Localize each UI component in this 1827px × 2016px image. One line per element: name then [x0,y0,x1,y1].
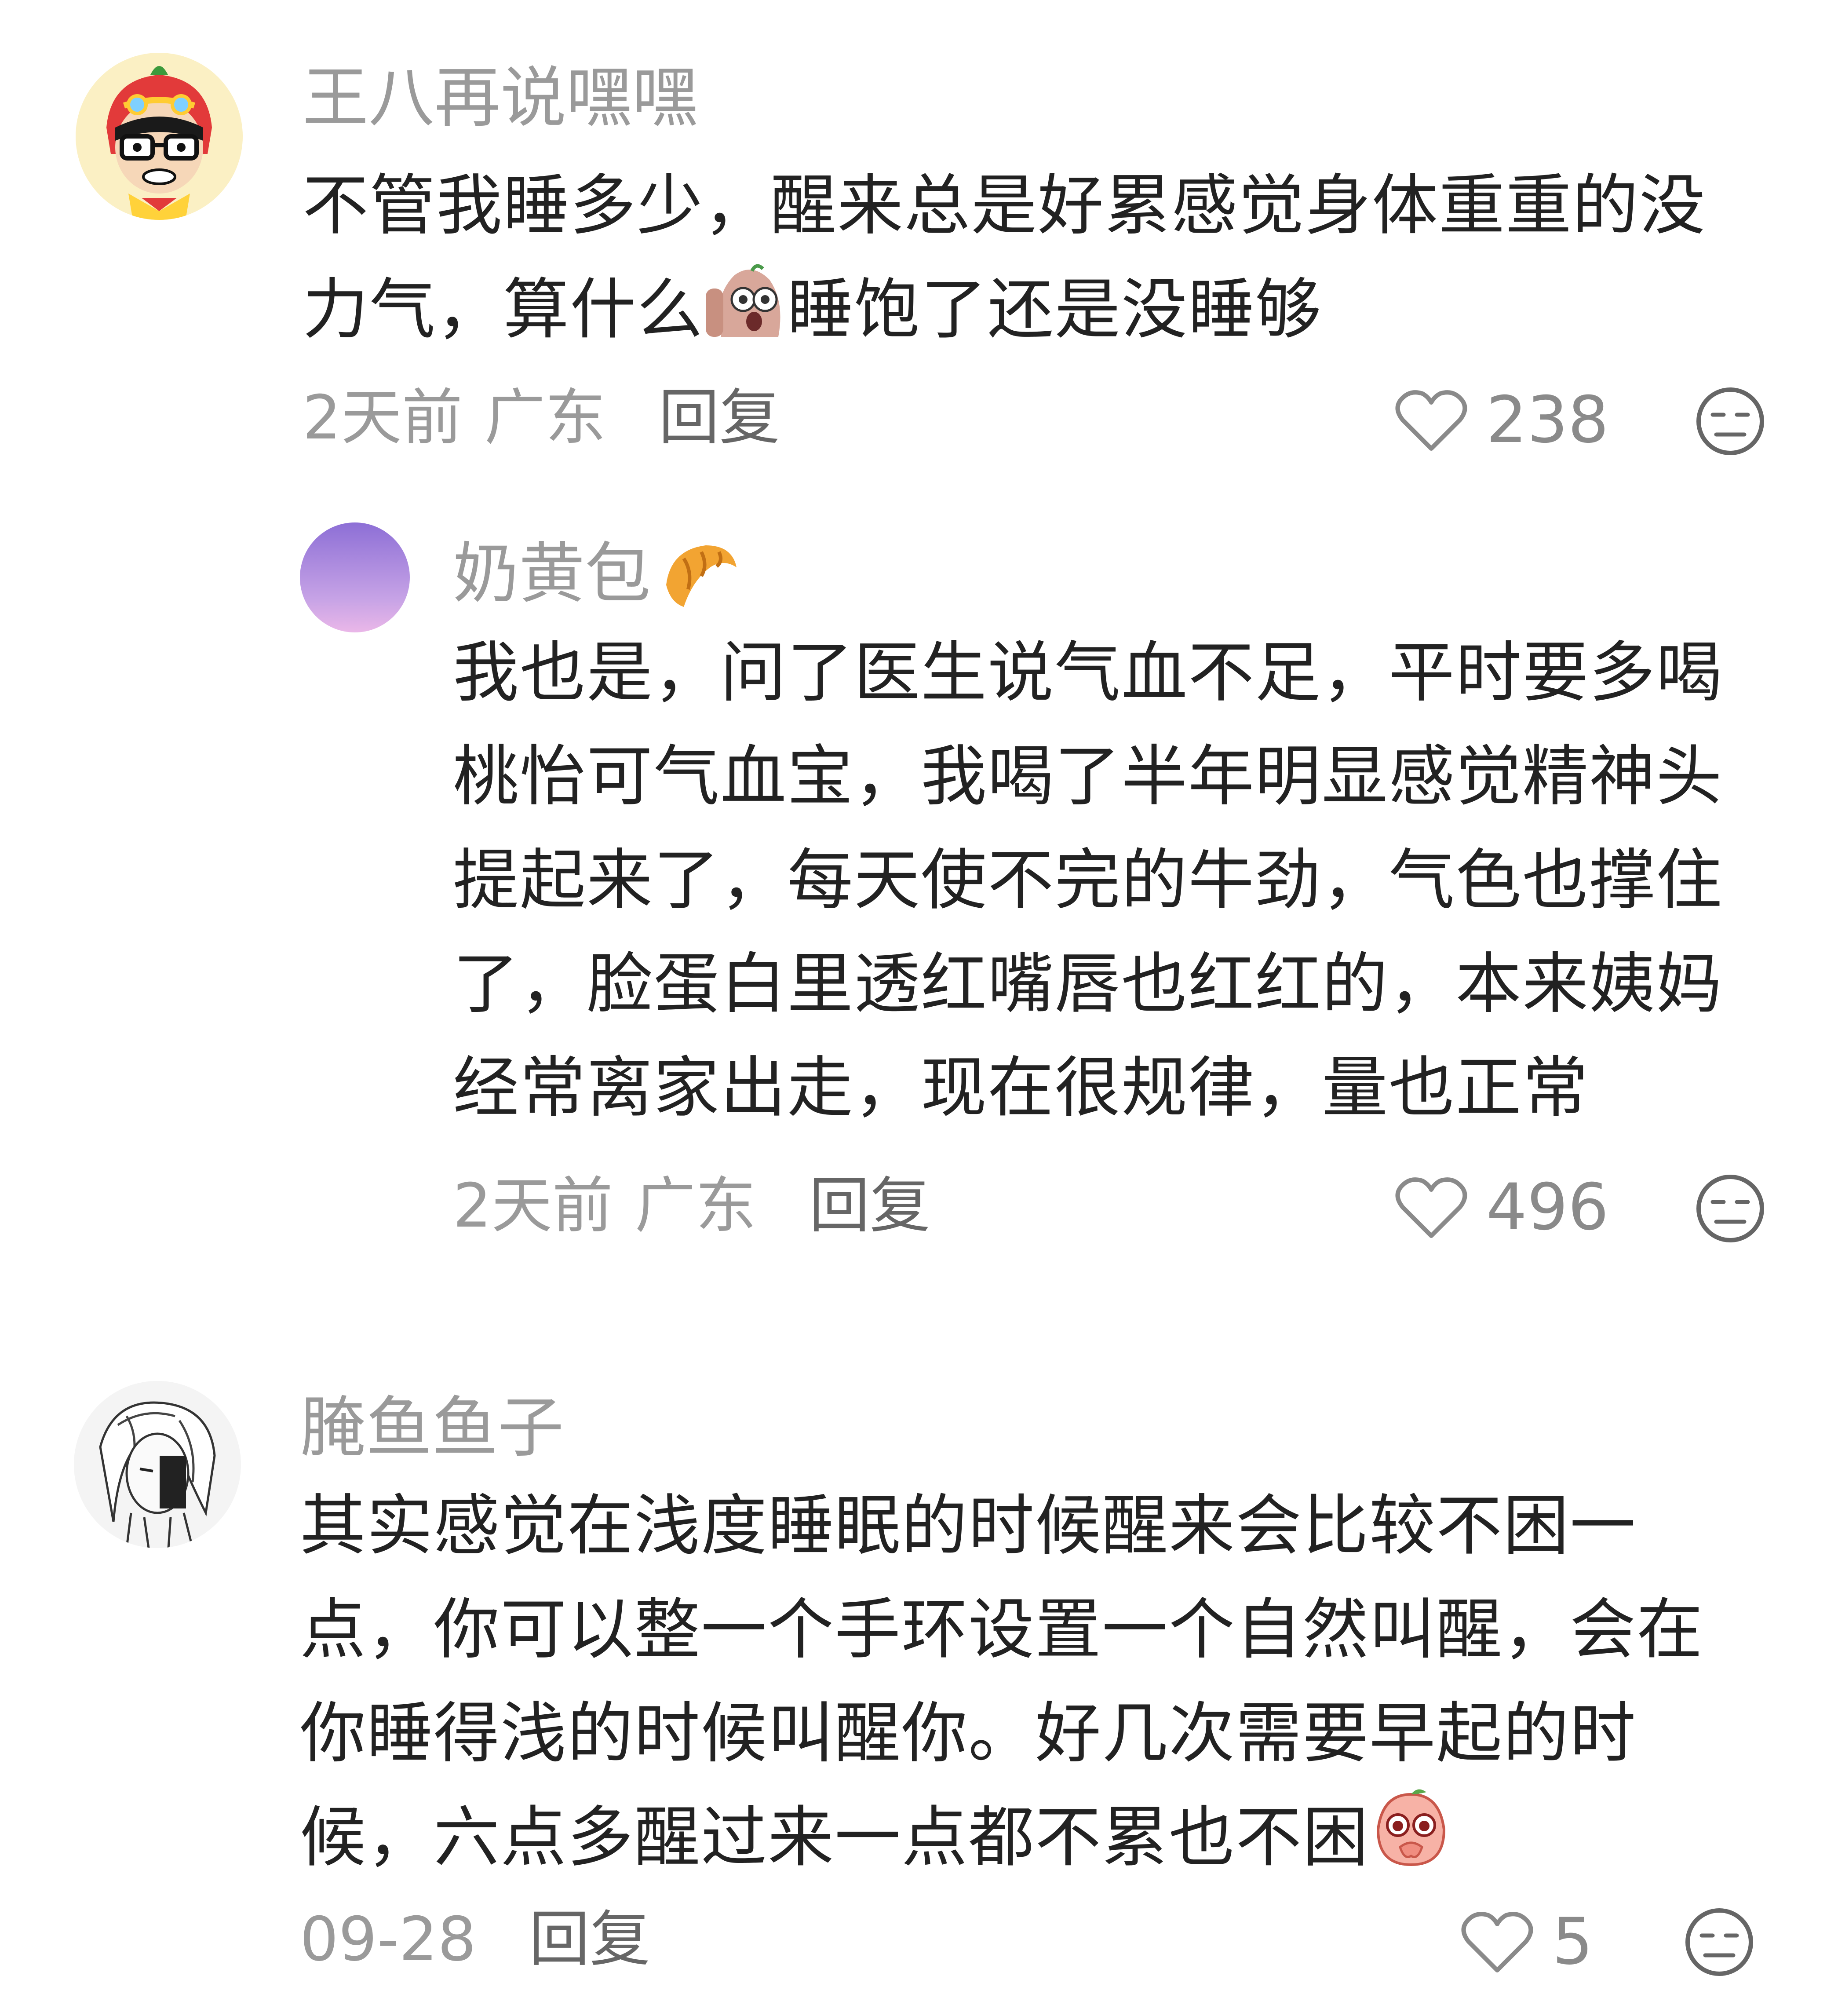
unamused-face-icon [1685,1908,1753,1976]
shocked-potato-sticker-icon [704,258,787,371]
username-text: 奶黄包 [453,536,651,612]
avatar[interactable] [300,522,410,632]
anime-sketch-avatar-icon [74,1381,241,1548]
heart-icon [1395,1177,1467,1238]
location-label: 广东 [484,382,606,453]
pleading-peach-sticker-icon [1369,1786,1453,1899]
time-label: 2天前 [303,382,463,453]
unamused-face-icon [1696,387,1764,455]
like-count: 5 [1552,1904,1593,1979]
time-label: 2天前 [453,1170,613,1241]
like-count: 238 [1486,383,1609,457]
username[interactable]: 奶黄包 [453,532,741,616]
comment-text-part: 睡饱了还是没睡够 [787,271,1322,348]
username[interactable]: 腌鱼鱼子 [300,1395,564,1461]
like-count: 496 [1486,1170,1609,1245]
comment-meta: 2天前 广东 回复 [303,387,780,449]
like-button[interactable]: 5 [1460,1904,1593,1979]
heart-icon [1461,1912,1533,1972]
location-label: 广东 [635,1170,756,1241]
reply-button[interactable]: 回复 [809,1170,930,1241]
comment-meta: 09-28 回复 [300,1909,650,1970]
cartoon-girl-avatar-icon [76,53,243,220]
avatar[interactable] [76,53,243,220]
heart-icon [1395,390,1467,451]
username[interactable]: 王八再说嘿嘿 [303,65,698,131]
comment-text: 我也是，问了医生说气血不足，平时要多喝桃怡可气血宝，我喝了半年明显感觉精神头提起… [453,635,1723,1126]
avatar[interactable] [74,1381,241,1548]
like-button[interactable]: 238 [1394,383,1609,457]
comment-text: 不管我睡多少，醒来总是好累感觉身体重重的没力气，算什么 睡饱了还是没睡够 [303,154,1754,371]
dislike-button[interactable] [1695,386,1765,458]
reply-button[interactable]: 回复 [659,382,780,453]
comment-meta: 2天前 广东 回复 [453,1175,930,1237]
unamused-face-icon [1696,1175,1764,1242]
dislike-button[interactable] [1684,1907,1754,1979]
like-button[interactable]: 496 [1394,1170,1609,1245]
reply-button[interactable]: 回复 [529,1904,650,1975]
dislike-button[interactable] [1695,1173,1765,1245]
comment-text-part: 其实感觉在浅度睡眠的时候醒来会比较不困一点，你可以整一个手环设置一个自然叫醒，会… [300,1488,1704,1876]
time-label: 09-28 [300,1904,476,1975]
croissant-icon [666,545,737,607]
comment-text: 其实感觉在浅度睡眠的时候醒来会比较不困一点，你可以整一个手环设置一个自然叫醒，会… [300,1474,1751,1899]
